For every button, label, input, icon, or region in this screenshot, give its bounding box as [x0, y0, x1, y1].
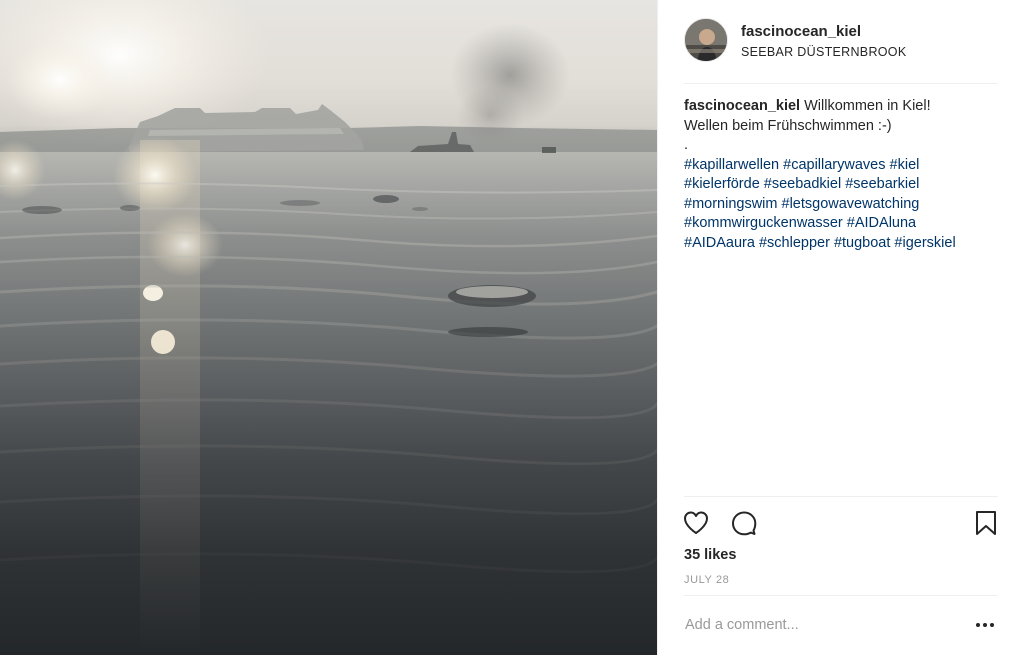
hashtag-link[interactable]: #kommwirguckenwasser	[684, 215, 843, 231]
hashtag-link[interactable]: #letsgowavewatching	[782, 196, 920, 212]
post-actions: 35 likes JULY 28	[684, 496, 998, 596]
more-options-icon	[976, 623, 994, 627]
bookmark-icon	[976, 511, 996, 535]
avatar[interactable]	[684, 18, 728, 62]
comment-button[interactable]	[730, 509, 758, 537]
hashtag-link[interactable]: #seebadkiel	[764, 176, 841, 192]
caption-text-2: Wellen beim Frühschwimmen :-)	[684, 117, 892, 134]
hashtag-link[interactable]: #AIDAluna	[847, 215, 916, 231]
comment-input[interactable]	[685, 613, 955, 637]
hashtag-line: #kapillarwellen #capillarywaves #kiel	[684, 156, 1002, 176]
comment-form	[684, 607, 998, 643]
hashtag-link[interactable]: #igerskiel	[894, 235, 955, 251]
hashtag-line: #morningswim #letsgowavewatching	[684, 195, 1002, 215]
hashtag-link[interactable]: #AIDAaura	[684, 235, 755, 251]
hashtag-link[interactable]: #kapillarwellen	[684, 157, 779, 173]
post-side-panel: fascinocean_kiel SEEBAR DÜSTERNBROOK fas…	[657, 0, 1024, 655]
author-username[interactable]: fascinocean_kiel	[741, 23, 861, 40]
hashtag-link[interactable]: #seebarkiel	[845, 176, 919, 192]
like-button[interactable]	[682, 509, 710, 537]
more-options-button[interactable]	[974, 616, 996, 634]
hashtag-link[interactable]: #kielerförde	[684, 176, 760, 192]
post-photo[interactable]	[0, 0, 657, 655]
post-caption: fascinocean_kiel Willkommen in Kiel! Wel…	[684, 97, 1002, 253]
comment-bubble-icon	[732, 511, 757, 536]
caption-text-1: Willkommen in Kiel!	[804, 98, 931, 114]
avatar-image	[685, 19, 727, 61]
instagram-post: fascinocean_kiel SEEBAR DÜSTERNBROOK fas…	[0, 0, 1024, 655]
hashtag-link[interactable]: #morningswim	[684, 196, 777, 212]
hashtag-link[interactable]: #kiel	[890, 157, 920, 173]
post-location[interactable]: SEEBAR DÜSTERNBROOK	[741, 45, 906, 59]
caption-line-1: fascinocean_kiel Willkommen in Kiel!	[684, 97, 1002, 117]
likes-count[interactable]: 35 likes	[684, 547, 736, 563]
hashtag-link[interactable]: #capillarywaves	[783, 157, 885, 173]
post-date[interactable]: JULY 28	[684, 574, 729, 586]
heart-icon	[684, 511, 708, 534]
caption-username[interactable]: fascinocean_kiel	[684, 98, 800, 114]
hashtag-line: #kielerförde #seebadkiel #seebarkiel	[684, 175, 1002, 195]
sea-photo-illustration	[0, 0, 657, 655]
hashtag-line: #AIDAaura #schlepper #tugboat #igerskiel	[684, 234, 1002, 254]
save-button[interactable]	[972, 509, 1000, 537]
hashtag-line: #kommwirguckenwasser #AIDAluna	[684, 214, 1002, 234]
post-header: fascinocean_kiel SEEBAR DÜSTERNBROOK	[684, 18, 998, 84]
hashtag-link[interactable]: #tugboat	[834, 235, 890, 251]
caption-separator: .	[684, 137, 689, 153]
hashtag-link[interactable]: #schlepper	[759, 235, 830, 251]
